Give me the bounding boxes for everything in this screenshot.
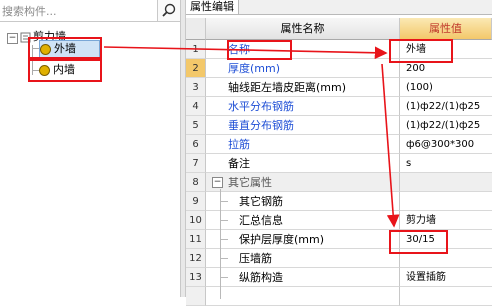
row-number: 11 bbox=[186, 230, 206, 249]
row-number: 8 bbox=[186, 173, 206, 192]
property-name: 水平分布钢筋 bbox=[206, 97, 400, 116]
group-tree-line bbox=[220, 189, 221, 299]
row-number: 5 bbox=[186, 116, 206, 135]
highlight-box-name-value bbox=[389, 39, 453, 63]
row-number: 4 bbox=[186, 97, 206, 116]
tab-bar: 属性编辑 bbox=[186, 0, 492, 15]
property-group-row[interactable]: 8 其它属性 − bbox=[186, 173, 492, 192]
tree-collapse-toggle[interactable]: − bbox=[7, 33, 18, 44]
row-number: 10 bbox=[186, 211, 206, 230]
property-value[interactable]: (1)ф22/(1)ф25 bbox=[400, 116, 492, 135]
search-input[interactable]: 搜索构件... bbox=[2, 3, 57, 19]
property-value[interactable]: (1)ф22/(1)ф25 bbox=[400, 97, 492, 116]
property-name: 垂直分布钢筋 bbox=[206, 116, 400, 135]
property-value[interactable]: 设置插筋 bbox=[400, 268, 492, 287]
search-button[interactable] bbox=[157, 0, 180, 21]
row-number: 3 bbox=[186, 78, 206, 97]
property-row[interactable]: 3 轴线距左墙皮距离(mm) (100) bbox=[186, 78, 492, 97]
property-name: 纵筋构造 bbox=[206, 268, 400, 287]
property-row[interactable]: 9 其它钢筋 bbox=[186, 192, 492, 211]
row-number: 13 bbox=[186, 268, 206, 287]
property-value[interactable]: s bbox=[400, 154, 492, 173]
highlight-box-name-label bbox=[227, 40, 292, 60]
group-tree-tick bbox=[220, 277, 228, 278]
property-row[interactable]: 4 水平分布钢筋 (1)ф22/(1)ф25 bbox=[186, 97, 492, 116]
property-value bbox=[400, 173, 492, 192]
group-tree-tick bbox=[220, 239, 228, 240]
property-name: 压墙筋 bbox=[206, 249, 400, 268]
group-tree-tick bbox=[220, 258, 228, 259]
property-name: 厚度(mm) bbox=[206, 59, 400, 78]
row-number-header bbox=[186, 18, 206, 40]
property-row[interactable]: 13 纵筋构造 设置插筋 bbox=[186, 268, 492, 287]
group-collapse-toggle[interactable]: − bbox=[212, 177, 223, 188]
property-row[interactable]: 5 垂直分布钢筋 (1)ф22/(1)ф25 bbox=[186, 116, 492, 135]
property-group-name: 其它属性 bbox=[206, 173, 400, 192]
row-number: 9 bbox=[186, 192, 206, 211]
property-row[interactable]: 7 备注 s bbox=[186, 154, 492, 173]
row-number: 2 bbox=[186, 59, 206, 78]
row-number: 12 bbox=[186, 249, 206, 268]
column-header-value[interactable]: 属性值 bbox=[400, 18, 492, 40]
row-number: 7 bbox=[186, 154, 206, 173]
property-name: 备注 bbox=[206, 154, 400, 173]
search-box[interactable]: 搜索构件... bbox=[0, 0, 180, 22]
property-editor-panel: 属性编辑 属性名称 属性值 1 名称 外墙 2 厚度(mm) 200 3 轴线距… bbox=[186, 0, 492, 306]
highlight-box-inner-wall bbox=[28, 59, 102, 82]
row-number: 6 bbox=[186, 135, 206, 154]
property-name: 其它钢筋 bbox=[206, 192, 400, 211]
property-value[interactable]: (100) bbox=[400, 78, 492, 97]
highlight-box-cover-value bbox=[389, 230, 448, 254]
column-header-name[interactable]: 属性名称 bbox=[206, 18, 400, 40]
row-number: 1 bbox=[186, 40, 206, 59]
search-icon bbox=[162, 3, 176, 17]
property-row[interactable]: 10 汇总信息 剪力墙 bbox=[186, 211, 492, 230]
property-value[interactable] bbox=[400, 192, 492, 211]
component-tree-panel: 搜索构件... − 剪力墙 外墙 内墙 bbox=[0, 0, 180, 297]
property-row[interactable]: 6 拉筋 ф6@300*300 bbox=[186, 135, 492, 154]
highlight-box-outer-wall bbox=[28, 37, 102, 59]
group-tree-tick bbox=[220, 220, 228, 221]
tab-property-edit[interactable]: 属性编辑 bbox=[186, 0, 239, 14]
property-name: 保护层厚度(mm) bbox=[206, 230, 400, 249]
property-value[interactable]: 剪力墙 bbox=[400, 211, 492, 230]
property-name: 拉筋 bbox=[206, 135, 400, 154]
property-value[interactable]: ф6@300*300 bbox=[400, 135, 492, 154]
property-name: 轴线距左墙皮距离(mm) bbox=[206, 78, 400, 97]
property-name: 汇总信息 bbox=[206, 211, 400, 230]
group-tree-tick bbox=[220, 201, 228, 202]
